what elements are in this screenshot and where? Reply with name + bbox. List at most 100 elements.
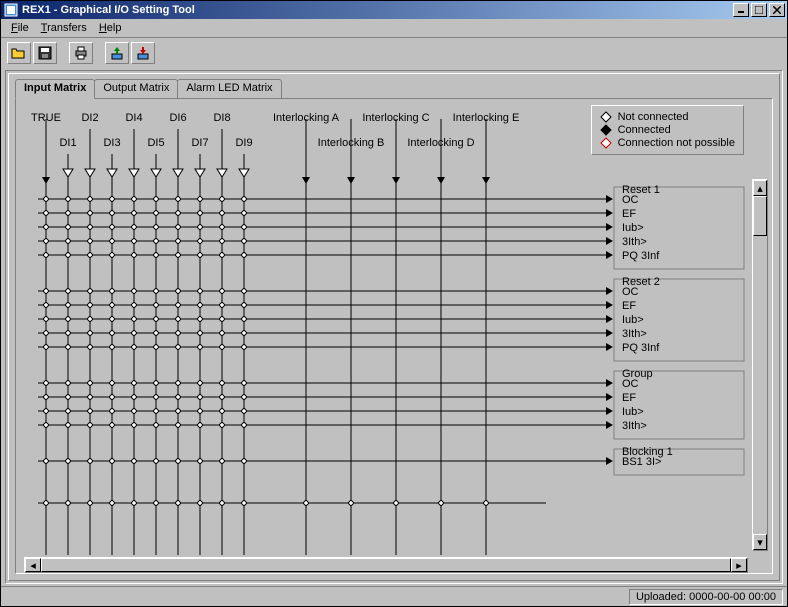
matrix-node[interactable] xyxy=(197,380,203,386)
hscroll-thumb[interactable] xyxy=(41,558,731,572)
matrix-node[interactable] xyxy=(153,316,159,322)
matrix-node[interactable] xyxy=(197,422,203,428)
matrix-node[interactable] xyxy=(153,238,159,244)
scroll-right-arrow[interactable]: ▸ xyxy=(731,558,747,572)
matrix-node[interactable] xyxy=(109,288,115,294)
upload-button[interactable] xyxy=(131,42,155,64)
matrix-node[interactable] xyxy=(43,458,49,464)
matrix-node[interactable] xyxy=(65,210,71,216)
tab-input-matrix[interactable]: Input Matrix xyxy=(15,79,95,99)
matrix-node[interactable] xyxy=(43,500,49,506)
matrix-node[interactable] xyxy=(219,380,225,386)
matrix-node[interactable] xyxy=(219,394,225,400)
matrix-node[interactable] xyxy=(131,252,137,258)
matrix-node[interactable] xyxy=(219,224,225,230)
matrix-node[interactable] xyxy=(87,458,93,464)
matrix-node[interactable] xyxy=(197,224,203,230)
matrix-node[interactable] xyxy=(197,316,203,322)
matrix-node[interactable] xyxy=(65,252,71,258)
matrix-node[interactable] xyxy=(241,380,247,386)
matrix-node[interactable] xyxy=(175,380,181,386)
matrix-node[interactable] xyxy=(43,224,49,230)
matrix-node[interactable] xyxy=(43,394,49,400)
matrix-node[interactable] xyxy=(131,500,137,506)
matrix-node[interactable] xyxy=(43,302,49,308)
matrix-node[interactable] xyxy=(241,224,247,230)
matrix-node[interactable] xyxy=(43,316,49,322)
matrix-node[interactable] xyxy=(197,458,203,464)
matrix-node[interactable] xyxy=(241,330,247,336)
matrix-node[interactable] xyxy=(131,196,137,202)
matrix-node[interactable] xyxy=(219,330,225,336)
matrix-node[interactable] xyxy=(131,238,137,244)
matrix-node[interactable] xyxy=(87,344,93,350)
matrix-node[interactable] xyxy=(109,302,115,308)
matrix-node[interactable] xyxy=(393,500,399,506)
horizontal-scrollbar[interactable]: ◂ ▸ xyxy=(24,557,748,573)
matrix-node[interactable] xyxy=(65,288,71,294)
matrix-node[interactable] xyxy=(241,196,247,202)
matrix-node[interactable] xyxy=(65,238,71,244)
matrix-node[interactable] xyxy=(43,288,49,294)
matrix-node[interactable] xyxy=(109,316,115,322)
matrix-node[interactable] xyxy=(43,330,49,336)
close-button[interactable] xyxy=(769,3,785,17)
matrix-node[interactable] xyxy=(153,224,159,230)
matrix-node[interactable] xyxy=(438,500,444,506)
matrix-node[interactable] xyxy=(153,408,159,414)
matrix-node[interactable] xyxy=(153,500,159,506)
menu-file[interactable]: File xyxy=(5,20,35,36)
matrix-node[interactable] xyxy=(197,408,203,414)
matrix-node[interactable] xyxy=(131,344,137,350)
tab-alarm-led-matrix[interactable]: Alarm LED Matrix xyxy=(177,79,281,99)
matrix-node[interactable] xyxy=(65,302,71,308)
matrix-node[interactable] xyxy=(43,422,49,428)
matrix-node[interactable] xyxy=(87,422,93,428)
scroll-left-arrow[interactable]: ◂ xyxy=(25,558,41,572)
scroll-up-arrow[interactable]: ▴ xyxy=(753,180,767,196)
matrix-node[interactable] xyxy=(109,330,115,336)
matrix-node[interactable] xyxy=(153,380,159,386)
matrix-node[interactable] xyxy=(219,210,225,216)
save-button[interactable] xyxy=(33,42,57,64)
matrix-node[interactable] xyxy=(109,408,115,414)
matrix-node[interactable] xyxy=(175,394,181,400)
matrix-node[interactable] xyxy=(175,422,181,428)
matrix-node[interactable] xyxy=(241,210,247,216)
matrix-node[interactable] xyxy=(219,238,225,244)
matrix-node[interactable] xyxy=(65,422,71,428)
matrix-node[interactable] xyxy=(65,196,71,202)
matrix-node[interactable] xyxy=(43,252,49,258)
matrix-node[interactable] xyxy=(219,408,225,414)
matrix-node[interactable] xyxy=(197,210,203,216)
matrix-node[interactable] xyxy=(175,196,181,202)
matrix-node[interactable] xyxy=(109,344,115,350)
matrix-node[interactable] xyxy=(175,302,181,308)
matrix-node[interactable] xyxy=(153,288,159,294)
matrix-node[interactable] xyxy=(109,196,115,202)
matrix-node[interactable] xyxy=(483,500,489,506)
minimize-button[interactable] xyxy=(733,3,749,17)
matrix-node[interactable] xyxy=(348,500,354,506)
matrix-node[interactable] xyxy=(65,316,71,322)
matrix-node[interactable] xyxy=(241,288,247,294)
matrix-node[interactable] xyxy=(241,344,247,350)
matrix-node[interactable] xyxy=(87,380,93,386)
matrix-node[interactable] xyxy=(43,210,49,216)
matrix-node[interactable] xyxy=(109,394,115,400)
matrix-node[interactable] xyxy=(197,238,203,244)
matrix-node[interactable] xyxy=(197,394,203,400)
scroll-down-arrow[interactable]: ▾ xyxy=(753,534,767,550)
print-button[interactable] xyxy=(69,42,93,64)
download-button[interactable] xyxy=(105,42,129,64)
matrix-node[interactable] xyxy=(197,196,203,202)
matrix-node[interactable] xyxy=(197,252,203,258)
matrix-node[interactable] xyxy=(109,380,115,386)
matrix-node[interactable] xyxy=(43,238,49,244)
matrix-node[interactable] xyxy=(197,500,203,506)
matrix-node[interactable] xyxy=(109,210,115,216)
matrix-node[interactable] xyxy=(175,252,181,258)
matrix-node[interactable] xyxy=(109,238,115,244)
matrix-node[interactable] xyxy=(109,224,115,230)
matrix-node[interactable] xyxy=(241,500,247,506)
